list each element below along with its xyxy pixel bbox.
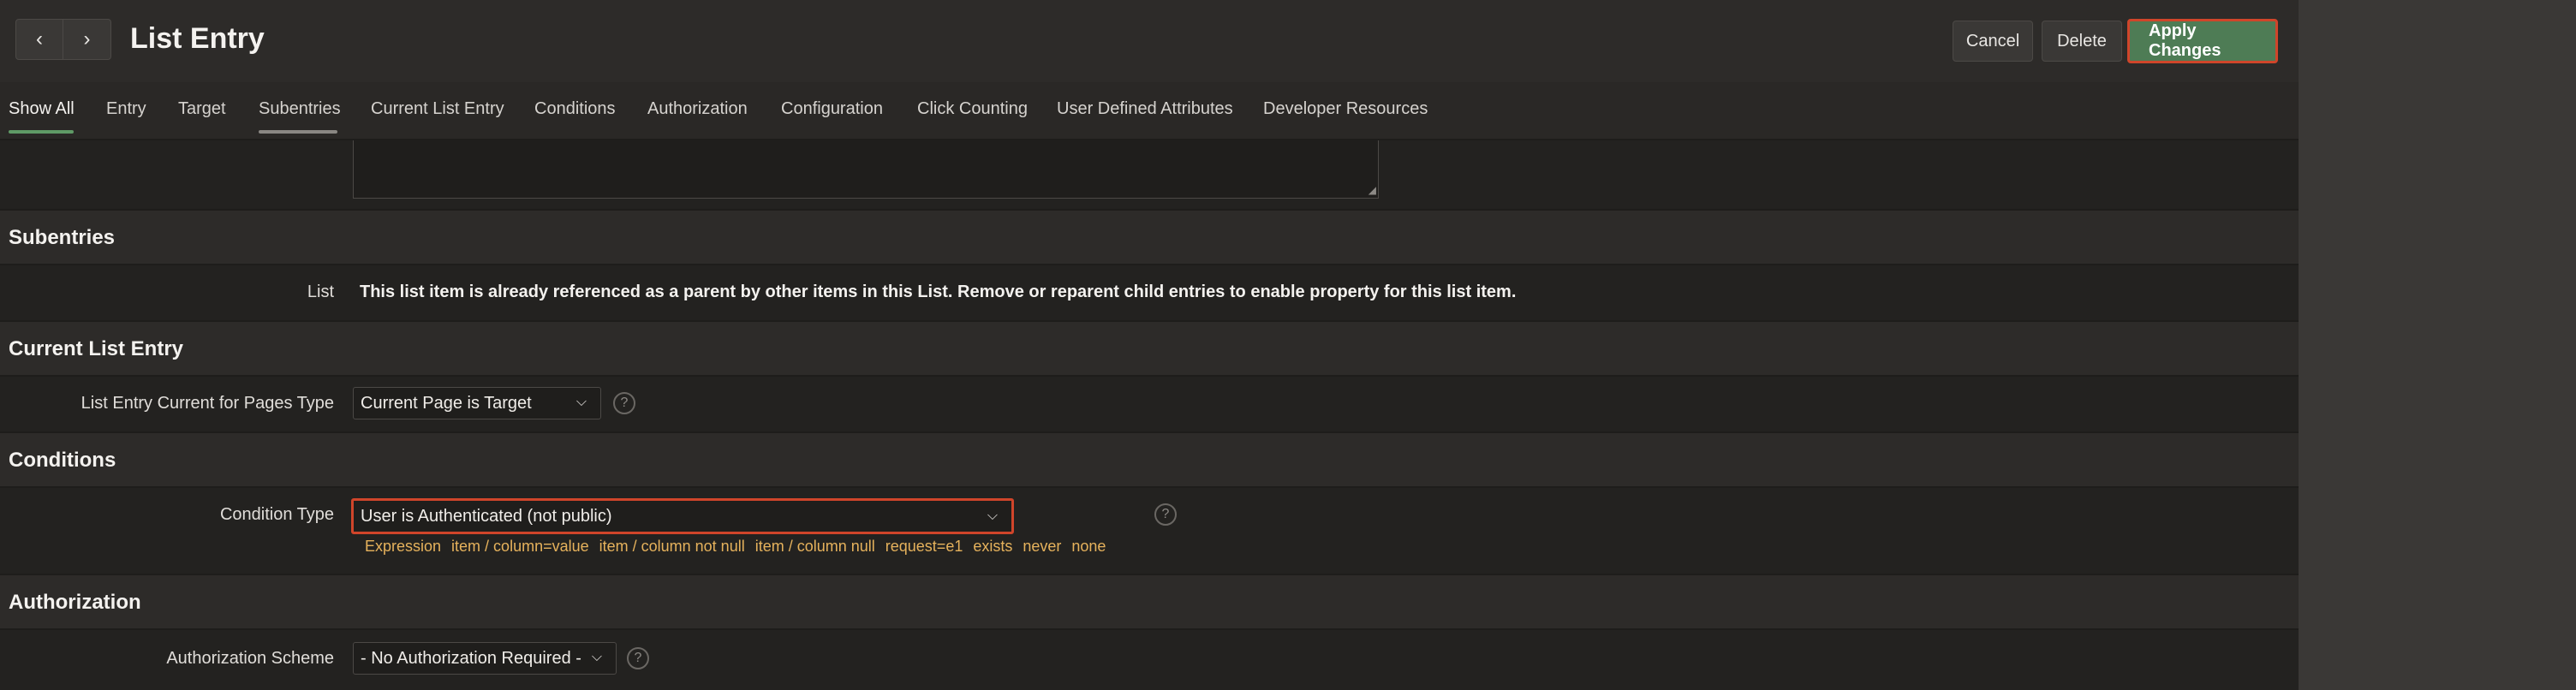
tab-conditions[interactable]: Conditions	[534, 99, 616, 119]
quick-pick-item-not-null[interactable]: item / column not null	[599, 538, 745, 556]
current-pages-type-row: List Entry Current for Pages Type Curren…	[0, 377, 2299, 431]
quick-pick-never[interactable]: never	[1023, 538, 1061, 556]
list-label: List	[307, 283, 334, 301]
chevron-left-icon: ‹	[36, 27, 43, 51]
section-title: Current List Entry	[9, 337, 184, 360]
section-title: Subentries	[9, 226, 116, 249]
authorization-scheme-label: Authorization Scheme	[166, 649, 334, 668]
quick-pick-expression[interactable]: Expression	[365, 538, 441, 556]
quick-pick-item-equals-value[interactable]: item / column=value	[451, 538, 589, 556]
tab-target[interactable]: Target	[178, 99, 226, 119]
resize-handle-icon[interactable]: ◢	[1364, 184, 1376, 196]
page-title: List Entry	[130, 22, 265, 55]
help-icon[interactable]: ?	[1154, 503, 1177, 526]
previous-button[interactable]: ‹	[15, 19, 63, 60]
help-icon[interactable]: ?	[613, 392, 635, 414]
condition-type-row: Condition Type User is Authenticated (no…	[0, 488, 2299, 574]
quick-pick-none[interactable]: none	[1071, 538, 1106, 556]
chevron-down-icon: ⌵	[987, 509, 998, 523]
tab-current-list-entry[interactable]: Current List Entry	[371, 99, 504, 119]
cancel-button[interactable]: Cancel	[1953, 21, 2033, 62]
subentries-list-row: List This list item is already reference…	[0, 265, 2299, 320]
section-header-authorization: Authorization	[0, 574, 2299, 630]
tab-subentries[interactable]: Subentries	[259, 99, 341, 119]
section-header-subentries: Subentries	[0, 209, 2299, 265]
textarea-row: ◢	[0, 140, 2299, 209]
right-panel-background	[2299, 0, 2576, 690]
section-title: Conditions	[9, 449, 116, 472]
next-button[interactable]: ›	[63, 19, 111, 60]
textarea-field[interactable]: ◢	[353, 140, 1379, 199]
condition-type-label: Condition Type	[219, 505, 334, 524]
quick-pick-exists[interactable]: exists	[973, 538, 1012, 556]
authorization-scheme-row: Authorization Scheme - No Authorization …	[0, 630, 2299, 690]
tab-show-all[interactable]: Show All	[9, 99, 75, 119]
condition-quick-picks: Expression item / column=value item / co…	[365, 538, 1116, 556]
authorization-scheme-select[interactable]: - No Authorization Required - ⌵	[353, 642, 617, 675]
tab-configuration[interactable]: Configuration	[781, 99, 883, 119]
hover-tab-indicator	[259, 130, 337, 134]
tab-user-defined-attributes[interactable]: User Defined Attributes	[1057, 99, 1233, 119]
apply-changes-button[interactable]: Apply Changes	[2127, 19, 2278, 63]
tab-bar: Show All Entry Target Subentries Current…	[0, 89, 2299, 139]
tab-authorization[interactable]: Authorization	[647, 99, 748, 119]
tab-click-counting[interactable]: Click Counting	[917, 99, 1028, 119]
active-tab-indicator	[9, 130, 74, 134]
tab-entry[interactable]: Entry	[106, 99, 146, 119]
section-header-conditions: Conditions	[0, 431, 2299, 488]
help-icon[interactable]: ?	[627, 647, 649, 669]
delete-button[interactable]: Delete	[2042, 21, 2122, 62]
pages-type-label: List Entry Current for Pages Type	[80, 394, 334, 413]
pages-type-select[interactable]: Current Page is Target ⌵	[353, 387, 601, 419]
page-header: ‹ › List Entry Cancel Delete Apply Chang…	[0, 0, 2299, 82]
quick-pick-request-equals[interactable]: request=e1	[886, 538, 963, 556]
condition-type-select[interactable]: User is Authenticated (not public) ⌵	[351, 498, 1014, 534]
authorization-scheme-value: - No Authorization Required -	[361, 648, 581, 668]
section-header-current-list-entry: Current List Entry	[0, 320, 2299, 377]
chevron-down-icon: ⌵	[591, 650, 602, 664]
quick-pick-item-null[interactable]: item / column null	[755, 538, 875, 556]
list-message: This list item is already referenced as …	[360, 283, 1517, 301]
condition-type-value: User is Authenticated (not public)	[361, 506, 612, 526]
section-title: Authorization	[9, 591, 141, 614]
chevron-down-icon: ⌵	[575, 395, 587, 409]
chevron-right-icon: ›	[83, 27, 91, 51]
app-window: ‹ › List Entry Cancel Delete Apply Chang…	[0, 0, 2299, 690]
tab-developer-resources[interactable]: Developer Resources	[1263, 99, 1428, 119]
pages-type-value: Current Page is Target	[361, 393, 532, 413]
